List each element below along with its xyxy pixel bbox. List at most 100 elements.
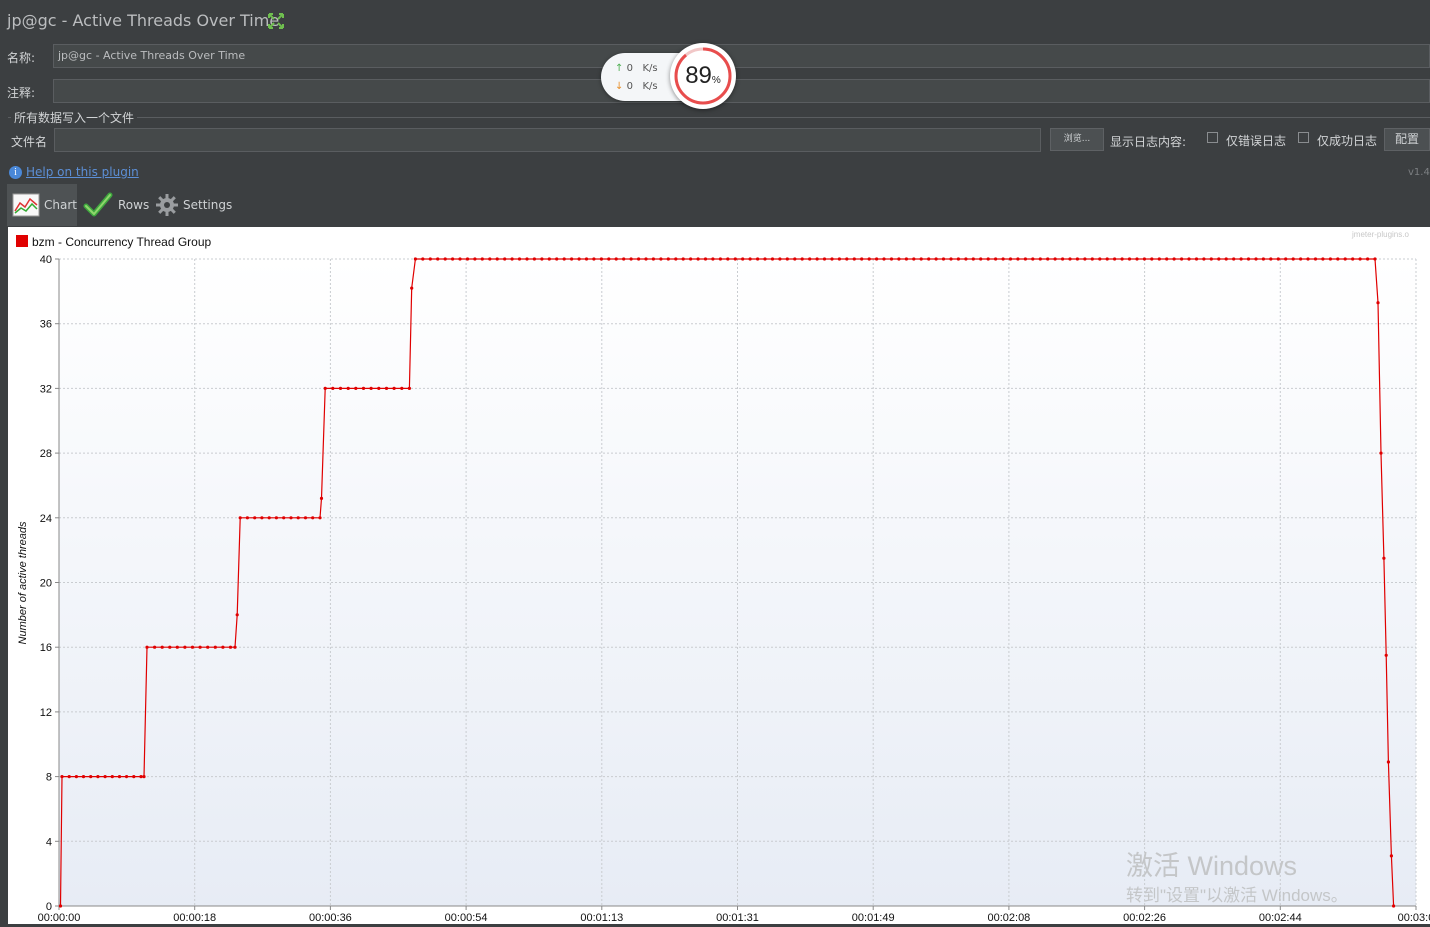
data-point: [168, 645, 172, 649]
data-point: [1038, 257, 1042, 261]
data-point: [145, 645, 149, 649]
data-point: [428, 257, 432, 261]
data-point: [1113, 257, 1117, 261]
data-point: [488, 257, 492, 261]
data-point: [60, 775, 64, 779]
y-tick-label: 40: [40, 254, 52, 266]
data-point: [354, 386, 358, 390]
x-tick-label: 00:02:08: [987, 912, 1030, 924]
success-only-checkbox[interactable]: [1298, 132, 1309, 143]
data-point: [267, 516, 271, 520]
data-point: [142, 775, 146, 779]
data-point: [458, 257, 462, 261]
browse-button[interactable]: 浏览...: [1050, 128, 1104, 151]
data-point: [860, 257, 864, 261]
gauge-percent: 89: [685, 62, 712, 89]
data-point: [1031, 257, 1035, 261]
data-point: [1366, 257, 1370, 261]
data-point: [1373, 257, 1377, 261]
file-section-title: 所有数据写入一个文件: [11, 109, 138, 126]
data-point: [303, 516, 308, 520]
data-point: [160, 645, 164, 649]
green-checkmark-icon: [83, 192, 113, 217]
tab-rows[interactable]: Rows: [83, 184, 153, 226]
tab-settings[interactable]: Settings: [155, 184, 235, 226]
data-point: [577, 257, 581, 261]
download-speed: 0: [626, 81, 633, 92]
data-point: [318, 516, 322, 520]
data-point: [867, 257, 871, 261]
data-point: [607, 257, 611, 261]
log-display-label: 显示日志内容:: [1110, 135, 1187, 149]
data-point: [1239, 257, 1243, 261]
data-point: [289, 516, 293, 520]
data-point: [547, 257, 551, 261]
tab-chart[interactable]: Chart: [7, 184, 77, 226]
data-point: [117, 775, 122, 779]
data-point: [1165, 257, 1169, 261]
memory-gauge[interactable]: 89%: [670, 43, 736, 109]
y-tick-label: 20: [40, 578, 52, 590]
data-point: [1246, 257, 1251, 261]
filename-label: 文件名: [11, 135, 48, 149]
data-point: [1187, 257, 1191, 261]
data-point: [175, 645, 179, 649]
data-point: [525, 257, 529, 261]
data-point: [1224, 257, 1228, 261]
data-point: [532, 257, 537, 261]
data-point: [96, 775, 100, 779]
x-tick-label: 00:00:54: [445, 912, 488, 924]
data-point: [1061, 257, 1065, 261]
data-point: [994, 257, 998, 261]
data-point: [904, 257, 909, 261]
data-point: [331, 386, 335, 390]
data-point: [110, 775, 114, 779]
data-point: [1180, 257, 1184, 261]
data-point: [837, 257, 842, 261]
errors-only-checkbox[interactable]: [1207, 132, 1218, 143]
data-point: [927, 257, 931, 261]
data-point: [1328, 257, 1332, 261]
data-point: [213, 645, 217, 649]
data-point: [852, 257, 856, 261]
data-point: [637, 257, 641, 261]
help-link[interactable]: Help on this plugin: [26, 165, 139, 179]
data-point: [1053, 257, 1057, 261]
active-threads-chart: 0481216202428323640 00:00:00 00:00:18 00:0…: [16, 230, 1430, 924]
filename-input[interactable]: [54, 128, 1041, 152]
data-point: [584, 257, 589, 261]
y-tick-label: 8: [46, 772, 52, 784]
data-point: [1016, 257, 1020, 261]
upload-speed: 0: [626, 63, 633, 74]
x-tick-label: 00:01:13: [580, 912, 623, 924]
data-point: [718, 257, 723, 261]
y-tick-label: 28: [40, 448, 52, 460]
data-point: [392, 386, 396, 390]
data-point: [562, 257, 566, 261]
comment-field[interactable]: [53, 79, 1430, 103]
expand-arrows-icon[interactable]: [266, 11, 286, 31]
data-point: [495, 257, 499, 261]
data-point: [338, 386, 343, 390]
data-point: [400, 386, 404, 390]
data-point: [711, 257, 715, 261]
activate-windows-title: 激活 Windows: [1126, 851, 1297, 881]
data-point: [1068, 257, 1072, 261]
data-point: [570, 257, 574, 261]
configure-button[interactable]: 配置: [1384, 128, 1430, 151]
data-point: [599, 257, 604, 261]
x-tick-label: 00:00:00: [38, 912, 81, 924]
data-point: [726, 257, 730, 261]
data-point: [1376, 301, 1380, 305]
data-point: [421, 257, 425, 261]
data-point: [1392, 904, 1396, 908]
data-point: [436, 257, 440, 261]
data-point: [1291, 257, 1295, 261]
data-point: [629, 257, 633, 261]
download-unit: K/s: [642, 81, 658, 92]
data-point: [413, 257, 417, 261]
data-point: [733, 257, 737, 261]
data-point: [1135, 257, 1139, 261]
data-point: [282, 516, 286, 520]
name-field[interactable]: jp@gc - Active Threads Over Time: [53, 44, 1430, 68]
